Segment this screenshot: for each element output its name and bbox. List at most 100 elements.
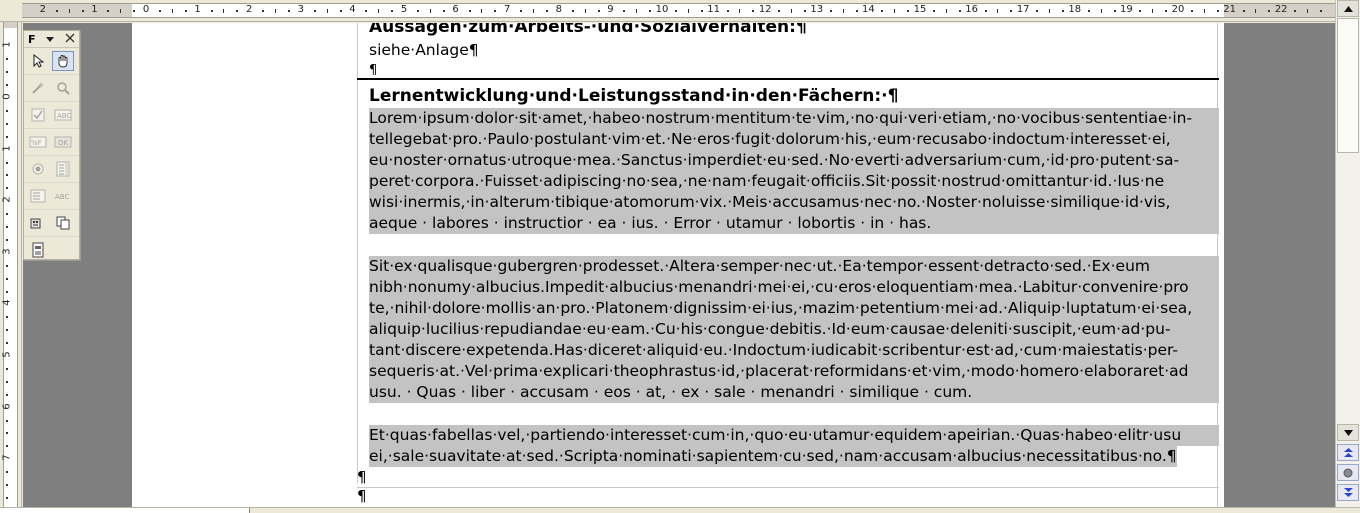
scroll-down-icon[interactable] bbox=[1337, 424, 1359, 441]
ruler-tick-label: 14 bbox=[862, 4, 875, 15]
svg-text:%F: %F bbox=[31, 139, 42, 147]
ruler-tick bbox=[481, 9, 483, 13]
vruler-tick-label: 2 bbox=[1, 196, 13, 203]
checkbox-icon[interactable] bbox=[27, 105, 49, 125]
ruler-tick bbox=[107, 10, 110, 12]
wand-icon[interactable] bbox=[27, 78, 49, 98]
scroll-up-icon[interactable] bbox=[1337, 0, 1359, 17]
empty-paragraph[interactable]: ¶ bbox=[369, 63, 377, 78]
horizontal-ruler[interactable]: 2 1 0 1 2 3 4 5 6 7 8 9 10 11 12 13 14 15 16 17 18 19 20 21 22 bbox=[0, 0, 1335, 22]
vruler-tick-label: 7 bbox=[1, 454, 13, 461]
ruler-tick bbox=[429, 9, 431, 13]
status-field bbox=[0, 508, 250, 513]
ruler-tick-label: 21 bbox=[1223, 4, 1236, 15]
copy-icon[interactable] bbox=[52, 213, 74, 233]
paragraph-3[interactable]: Et·quas·fabellas·vel,·partiendo·interess… bbox=[369, 425, 1219, 473]
vruler-tick bbox=[6, 264, 8, 267]
ruler-tick-label: 19 bbox=[1120, 4, 1133, 15]
formatted-field-icon[interactable]: %F bbox=[27, 132, 49, 152]
document-area[interactable]: Aussagen·zum·Arbeits-·und·Sozialverhalte… bbox=[23, 23, 1335, 507]
ruler-tick-label: 17 bbox=[1016, 4, 1030, 15]
select-pointer-icon[interactable] bbox=[27, 51, 49, 71]
combo-box-icon[interactable] bbox=[27, 186, 49, 206]
toolbar-title: F bbox=[28, 32, 36, 46]
ruler-tick bbox=[326, 9, 328, 13]
close-icon[interactable] bbox=[65, 33, 75, 46]
ruler-tick-label: 3 bbox=[297, 4, 304, 15]
vruler-top-margin bbox=[4, 22, 17, 28]
hand-tool-icon[interactable] bbox=[52, 51, 74, 71]
vruler-tick-label: 1 bbox=[1, 144, 13, 152]
paragraph-2[interactable]: Sit·ex·qualisque·gubergren·prodesset.·Al… bbox=[369, 256, 1219, 403]
ruler-tick bbox=[120, 9, 122, 13]
ruler-tick bbox=[55, 10, 58, 12]
vruler-tick bbox=[6, 135, 8, 138]
ruler-left-margin bbox=[22, 4, 132, 17]
paragraph-border bbox=[357, 78, 1219, 80]
ruler-tick bbox=[726, 10, 729, 12]
form-properties-icon[interactable] bbox=[27, 240, 49, 260]
ruler-tick bbox=[752, 10, 755, 12]
floating-toolbar[interactable]: F ABC %F OK ABC bbox=[23, 30, 80, 260]
vertical-scrollbar[interactable] bbox=[1335, 0, 1360, 507]
svg-text:ABC: ABC bbox=[57, 112, 71, 120]
list-box-icon[interactable] bbox=[52, 159, 74, 179]
ruler-tick-label: 13 bbox=[810, 4, 824, 15]
vruler-tick bbox=[6, 380, 8, 383]
vruler-tick bbox=[6, 484, 8, 486]
ruler-tick bbox=[494, 10, 497, 12]
vruler-tick bbox=[6, 496, 8, 499]
scrollbar-thumb[interactable] bbox=[1337, 18, 1359, 153]
vertical-ruler[interactable]: 1 0 1 2 3 4 5 6 7 bbox=[0, 22, 22, 507]
empty-paragraph[interactable]: ¶ bbox=[357, 468, 367, 486]
next-page-icon[interactable] bbox=[1337, 484, 1359, 501]
design-mode-icon[interactable] bbox=[27, 213, 49, 233]
ruler-tick bbox=[700, 10, 703, 12]
ruler-tick bbox=[855, 10, 858, 12]
ruler-tick bbox=[313, 10, 316, 12]
ruler-tick bbox=[1087, 10, 1090, 12]
document-page[interactable]: Aussagen·zum·Arbeits-·und·Sozialverhalte… bbox=[132, 23, 1224, 507]
ruler-tick bbox=[365, 10, 368, 12]
ruler-tick bbox=[829, 10, 832, 12]
toolbar-row: %F OK bbox=[24, 129, 79, 156]
ruler-tick bbox=[416, 10, 419, 12]
ruler-tick bbox=[1165, 10, 1168, 12]
empty-paragraph[interactable]: ¶ bbox=[357, 487, 367, 505]
text-line: tant·discere·expetenda.Has·diceret·aliqu… bbox=[369, 340, 1219, 361]
text-line: Lorem·ipsum·dolor·sit·amet,·habeo·nostru… bbox=[369, 108, 1219, 129]
ruler-tick bbox=[907, 10, 910, 12]
label-field-icon[interactable]: ABC bbox=[52, 186, 74, 206]
chevron-down-icon[interactable] bbox=[45, 33, 55, 46]
ruler-tick bbox=[442, 10, 445, 12]
ruler-tick bbox=[1319, 10, 1322, 12]
text-line: sequeris·at.·Vel·prima·explicari·theophr… bbox=[369, 361, 1219, 382]
push-button-icon[interactable]: OK bbox=[52, 132, 74, 152]
ruler-tick bbox=[287, 10, 290, 12]
paragraph-1[interactable]: Lorem·ipsum·dolor·sit·amet,·habeo·nostru… bbox=[369, 108, 1219, 234]
vruler-tick bbox=[6, 367, 8, 370]
ruler-tick bbox=[1203, 9, 1205, 13]
text-line: eu·noster·ornatus·utroque·mea.·Sanctus·i… bbox=[369, 150, 1219, 171]
previous-heading[interactable]: Aussagen·zum·Arbeits-·und·Sozialverhalte… bbox=[369, 23, 807, 37]
vruler-tick bbox=[6, 277, 8, 280]
ruler-tick bbox=[1216, 10, 1219, 12]
ruler-tick bbox=[81, 10, 84, 12]
zoom-icon[interactable] bbox=[52, 78, 74, 98]
navigator-icon[interactable] bbox=[1337, 464, 1359, 481]
vruler-tick-label: 6 bbox=[1, 402, 13, 410]
ruler-tick bbox=[275, 9, 276, 13]
see-attachment-text[interactable]: siehe·Anlage¶ bbox=[369, 41, 479, 59]
ruler-tick bbox=[1036, 10, 1039, 12]
toolbar-row bbox=[24, 156, 79, 183]
text-line: te,·nihil·dolore·mollis·an·pro.·Platonem… bbox=[369, 298, 1219, 319]
ruler-tick bbox=[842, 9, 844, 13]
text-field-icon[interactable]: ABC bbox=[52, 105, 74, 125]
previous-page-icon[interactable] bbox=[1337, 444, 1359, 461]
toolbar-titlebar[interactable]: F bbox=[24, 31, 79, 48]
ruler-tick bbox=[881, 10, 884, 12]
ruler-tick bbox=[1139, 10, 1142, 12]
ruler-band bbox=[22, 3, 1335, 18]
option-button-icon[interactable] bbox=[27, 159, 49, 179]
section-heading[interactable]: Lernentwicklung·und·Leistungsstand·in·de… bbox=[369, 86, 898, 106]
